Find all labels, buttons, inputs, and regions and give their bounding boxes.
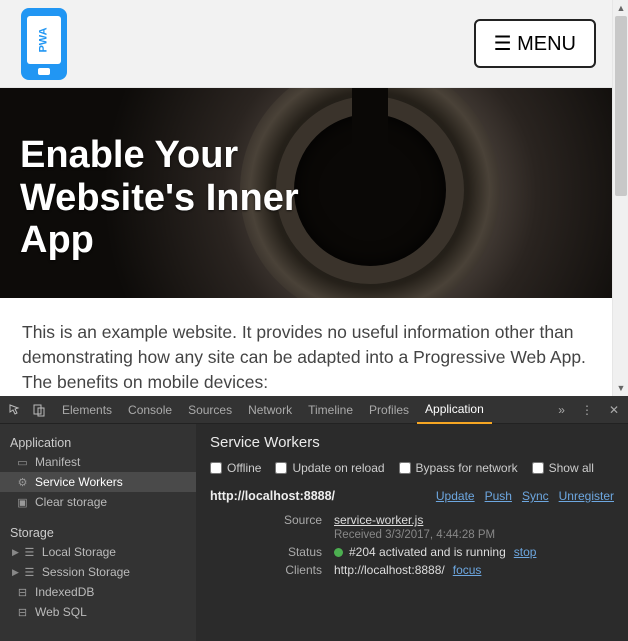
clear-icon: ▣ (16, 496, 29, 509)
scroll-up-icon[interactable]: ▲ (613, 0, 628, 16)
tab-console[interactable]: Console (120, 396, 180, 424)
status-text: #204 activated and is running (349, 545, 506, 559)
sidebar-item-label: Clear storage (35, 495, 107, 509)
tab-profiles[interactable]: Profiles (361, 396, 417, 424)
panel-heading: Service Workers (210, 434, 614, 451)
sidebar-item-local-storage[interactable]: ▶ ☰ Local Storage (0, 542, 196, 562)
site-header: PWA ☰ MENU (0, 0, 612, 88)
devtools-sidebar: Application ▭ Manifest ⚙ Service Workers… (0, 424, 196, 641)
hero-title-line: App (20, 219, 94, 261)
clients-value: http://localhost:8888/ (334, 563, 445, 577)
tab-timeline[interactable]: Timeline (300, 396, 361, 424)
devtools-main: Service Workers Offline Update on reload… (196, 424, 628, 641)
sidebar-item-session-storage[interactable]: ▶ ☰ Session Storage (0, 562, 196, 582)
manifest-icon: ▭ (16, 456, 29, 469)
sidebar-item-service-workers[interactable]: ⚙ Service Workers (0, 472, 196, 492)
database-icon: ⊟ (16, 606, 29, 619)
logo-text: PWA (38, 27, 50, 52)
sidebar-item-indexeddb[interactable]: ⊟ IndexedDB (0, 582, 196, 602)
source-file-link[interactable]: service-worker.js (334, 513, 423, 527)
sidebar-item-label: Session Storage (42, 565, 130, 579)
inspect-icon[interactable] (6, 401, 24, 419)
scroll-down-icon[interactable]: ▼ (613, 380, 628, 396)
tab-application[interactable]: Application (417, 396, 492, 424)
checkbox-offline[interactable] (210, 462, 222, 474)
check-bypass-for-network[interactable]: Bypass for network (399, 461, 518, 475)
intro-paragraph: This is an example website. It provides … (0, 298, 612, 396)
sidebar-item-label: IndexedDB (35, 585, 94, 599)
hero-title-line: Website's Inner (20, 177, 299, 219)
checkbox-update-on-reload[interactable] (275, 462, 287, 474)
sidebar-item-manifest[interactable]: ▭ Manifest (0, 452, 196, 472)
sidebar-item-websql[interactable]: ⊟ Web SQL (0, 602, 196, 622)
sidebar-section-application: Application (0, 432, 196, 452)
device-icon[interactable] (30, 401, 48, 419)
sidebar-item-label: Web SQL (35, 605, 87, 619)
sidebar-item-label: Manifest (35, 455, 80, 469)
check-label: Show all (549, 461, 594, 475)
tab-network[interactable]: Network (240, 396, 300, 424)
check-label: Update on reload (292, 461, 384, 475)
tab-sources[interactable]: Sources (180, 396, 240, 424)
menu-button[interactable]: ☰ MENU (474, 19, 596, 68)
storage-icon: ☰ (23, 546, 36, 559)
sidebar-item-label: Service Workers (35, 475, 123, 489)
hero-title-line: Enable Your (20, 134, 238, 176)
checkbox-show-all[interactable] (532, 462, 544, 474)
devtools-close-icon[interactable]: ✕ (606, 403, 622, 417)
chevron-right-icon: ▶ (12, 547, 19, 558)
panel-options: Offline Update on reload Bypass for netw… (210, 461, 614, 475)
check-show-all[interactable]: Show all (532, 461, 594, 475)
chevron-right-icon: ▶ (12, 567, 19, 578)
link-push[interactable]: Push (485, 489, 512, 503)
pwa-logo: PWA (16, 8, 72, 80)
tabs-overflow-icon[interactable]: » (555, 403, 568, 417)
tab-elements[interactable]: Elements (54, 396, 120, 424)
link-focus[interactable]: focus (453, 563, 482, 577)
link-unregister[interactable]: Unregister (559, 489, 614, 503)
link-update[interactable]: Update (436, 489, 475, 503)
source-received: Received 3/3/2017, 4:44:28 PM (334, 529, 495, 541)
link-stop[interactable]: stop (514, 545, 537, 559)
sidebar-item-label: Local Storage (42, 545, 116, 559)
database-icon: ⊟ (16, 586, 29, 599)
label-clients: Clients (210, 563, 334, 577)
label-status: Status (210, 545, 334, 559)
sidebar-item-clear-storage[interactable]: ▣ Clear storage (0, 492, 196, 512)
check-label: Bypass for network (416, 461, 518, 475)
checkbox-bypass-for-network[interactable] (399, 462, 411, 474)
sidebar-section-storage: Storage (0, 522, 196, 542)
check-label: Offline (227, 461, 261, 475)
devtools-panel: Elements Console Sources Network Timelin… (0, 396, 628, 641)
hero-title: Enable Your Website's Inner App (20, 134, 299, 262)
storage-icon: ☰ (23, 566, 36, 579)
devtools-tabbar: Elements Console Sources Network Timelin… (0, 396, 628, 424)
devtools-menu-icon[interactable]: ⋮ (578, 403, 596, 417)
check-offline[interactable]: Offline (210, 461, 261, 475)
status-indicator-icon (334, 548, 343, 557)
gear-icon: ⚙ (16, 476, 29, 489)
label-source: Source (210, 513, 334, 541)
hero-banner: Enable Your Website's Inner App (0, 88, 612, 298)
check-update-on-reload[interactable]: Update on reload (275, 461, 384, 475)
link-sync[interactable]: Sync (522, 489, 549, 503)
scroll-thumb[interactable] (615, 16, 627, 196)
sw-origin: http://localhost:8888/ (210, 489, 335, 503)
